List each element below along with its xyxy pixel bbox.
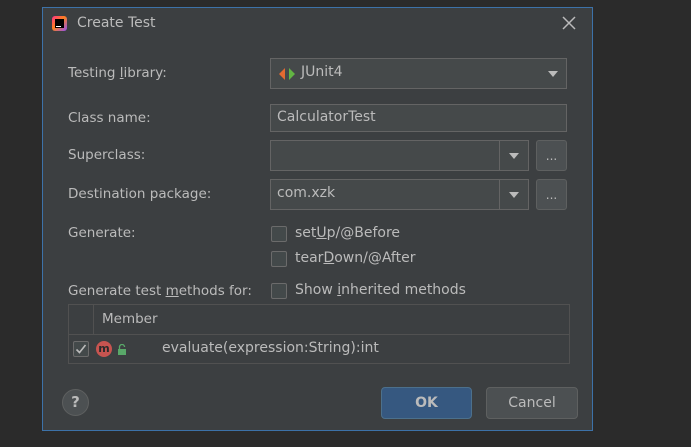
setup-mnemonic: U: [316, 225, 327, 241]
setup-before-checkbox[interactable]: [271, 226, 287, 242]
help-button[interactable]: ?: [62, 389, 89, 416]
teardown-label-part: tear: [295, 250, 324, 266]
dialog-title: Create Test: [77, 15, 156, 31]
combo-separator: [499, 141, 500, 170]
close-button[interactable]: [560, 14, 578, 32]
superclass-label: Superclass:: [68, 147, 146, 163]
destination-package-combo[interactable]: com.xzk: [270, 179, 529, 210]
combo-separator: [499, 180, 500, 209]
intellij-app-icon: [52, 16, 67, 31]
chevron-down-icon: [509, 153, 519, 159]
cancel-button[interactable]: Cancel: [486, 387, 578, 419]
class-name-input[interactable]: CalculatorTest: [270, 104, 567, 132]
generate-label: Generate:: [68, 225, 136, 241]
testing-library-label: Testing library:: [68, 65, 167, 81]
show-inherited-label-part: nherited methods: [341, 282, 466, 298]
show-inherited-checkbox[interactable]: [271, 283, 287, 299]
testing-library-label-part: Testing: [68, 65, 120, 81]
superclass-combo[interactable]: [270, 140, 529, 171]
destination-package-value: com.xzk: [277, 185, 336, 201]
methods-mnemonic: m: [165, 283, 179, 299]
select-all-column-header[interactable]: [69, 305, 94, 334]
chevron-down-icon: [509, 192, 519, 198]
teardown-after-checkbox[interactable]: [271, 251, 287, 267]
member-checkbox[interactable]: [73, 341, 89, 357]
teardown-after-label[interactable]: tearDown/@After: [295, 250, 415, 266]
method-name: evaluate(expression:String):int: [162, 340, 379, 356]
create-test-dialog: Create Test Testing library: JUnit4 Clas…: [42, 7, 593, 431]
destination-package-browse-button[interactable]: ...: [536, 179, 567, 210]
member-table: Member m evaluate(expression:String):int: [68, 304, 570, 364]
close-icon: [562, 16, 576, 30]
teardown-mnemonic: D: [323, 250, 335, 266]
ok-button[interactable]: OK: [381, 387, 472, 419]
class-name-value: CalculatorTest: [277, 109, 376, 125]
testing-library-label-part: ibrary:: [123, 65, 167, 81]
checkmark-icon: [75, 344, 87, 354]
destination-package-label: Destination package:: [68, 186, 212, 202]
methods-label-part: ethods for:: [178, 283, 252, 299]
teardown-label-part: own/@After: [334, 250, 416, 266]
generate-methods-label: Generate test methods for:: [68, 283, 252, 299]
class-name-label: Class name:: [68, 110, 151, 126]
testing-library-value: JUnit4: [301, 64, 343, 80]
show-inherited-label-part: Show: [295, 282, 338, 298]
public-lock-icon: [118, 344, 126, 355]
member-column-header[interactable]: Member: [102, 311, 158, 327]
setup-before-label[interactable]: setUp/@Before: [295, 225, 400, 241]
show-inherited-label[interactable]: Show inherited methods: [295, 282, 466, 298]
title-bar: Create Test: [43, 8, 592, 40]
table-header: Member: [69, 305, 569, 335]
chevron-down-icon: [548, 71, 558, 77]
setup-label-part: p/@Before: [326, 225, 401, 241]
testing-library-select[interactable]: JUnit4: [270, 58, 567, 89]
methods-label-part: Generate test: [68, 283, 166, 299]
junit-icon: [279, 68, 295, 80]
setup-label-part: set: [295, 225, 317, 241]
superclass-browse-button[interactable]: ...: [536, 140, 567, 171]
method-icon: m: [96, 341, 112, 357]
table-row[interactable]: m evaluate(expression:String):int: [69, 335, 569, 363]
